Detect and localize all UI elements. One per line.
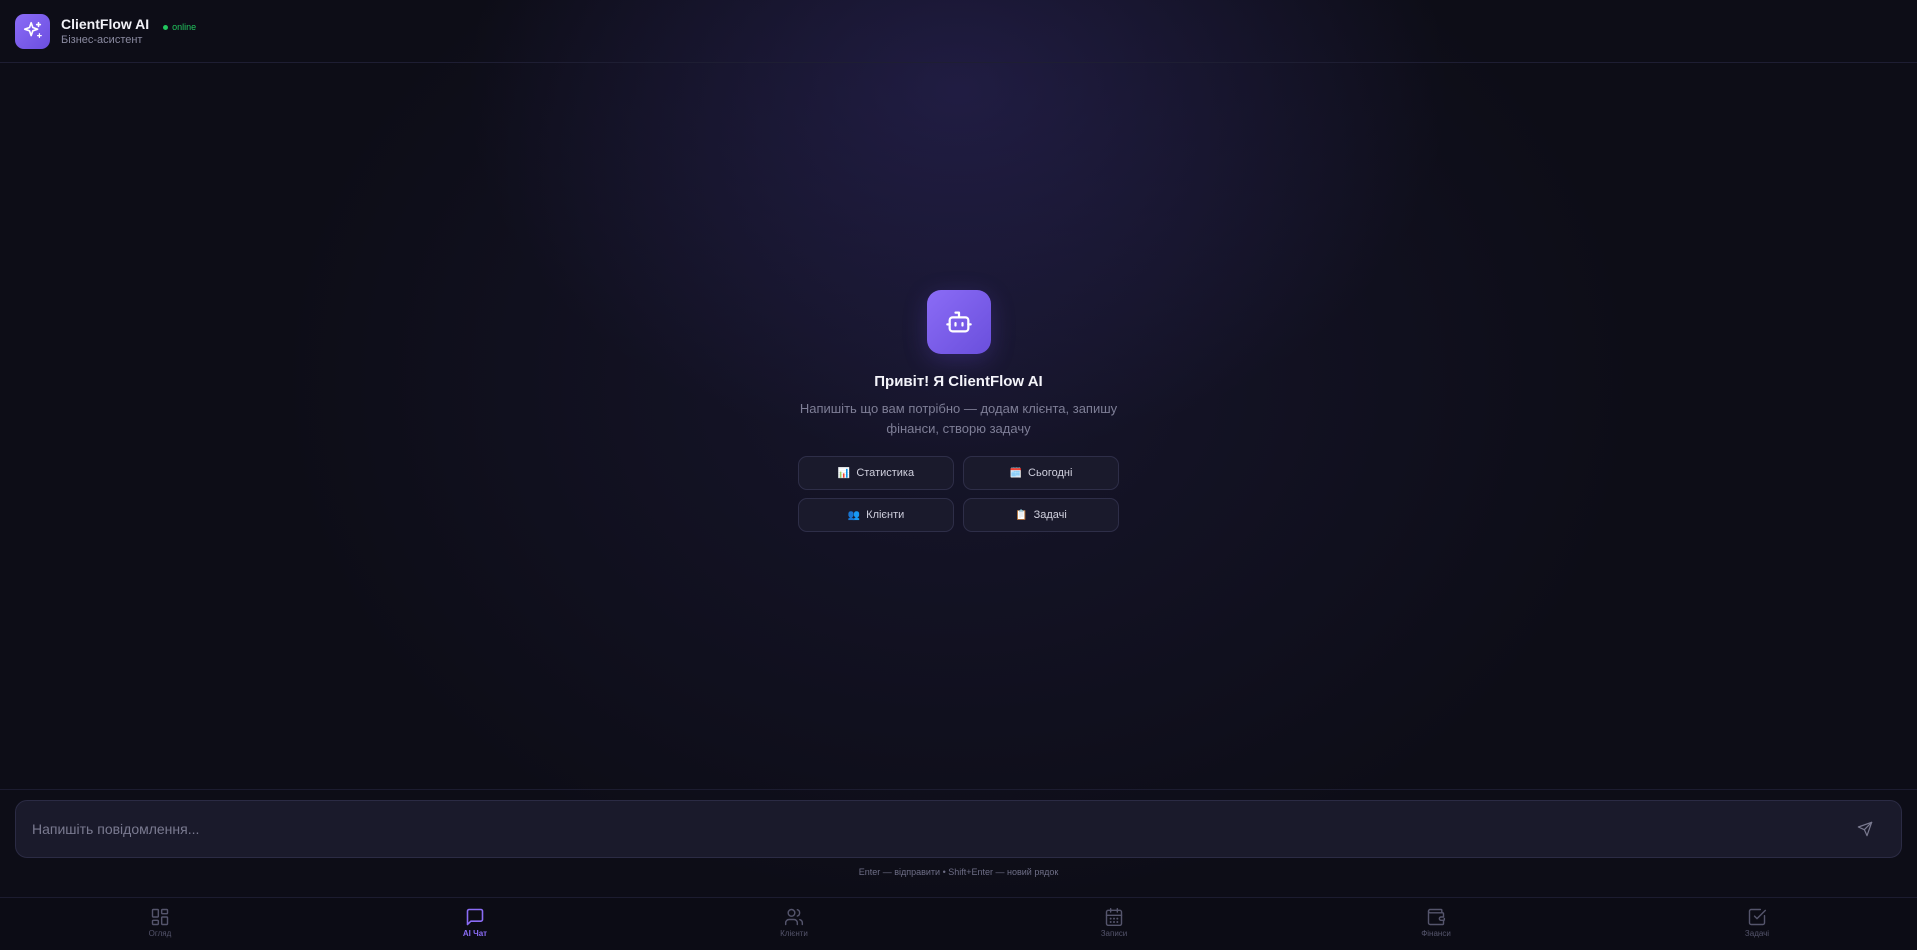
checkbox-icon [1748, 908, 1767, 926]
nav-item-records[interactable]: Записи [1074, 907, 1154, 938]
top-header: ClientFlow AI online Бізнес-асистент [0, 0, 1917, 63]
composer-area: Enter — відправити • Shift+Enter — новий… [0, 789, 1917, 897]
welcome-title: Привіт! Я ClientFlow AI [874, 373, 1043, 390]
nav-label: Клієнти [780, 929, 808, 938]
nav-item-clients[interactable]: Клієнти [754, 907, 834, 938]
nav-label: Записи [1100, 929, 1128, 938]
app-title: ClientFlow AI [61, 16, 150, 32]
calendar-icon: 🗓️ [1009, 467, 1023, 479]
app-root: ClientFlow AI online Бізнес-асистент При… [0, 0, 1917, 950]
status-dot-icon [163, 24, 169, 30]
message-input[interactable] [16, 801, 1845, 857]
chat-icon [466, 908, 484, 926]
bottom-nav: Огляд AI Чат Клієнти Записи Фінанси Зада… [0, 897, 1917, 950]
grid-icon [151, 908, 169, 926]
app-logo [15, 13, 50, 49]
bot-avatar [926, 290, 991, 354]
quick-action-tasks[interactable]: 📋 Задачі [963, 498, 1119, 532]
nav-item-overview[interactable]: Огляд [120, 907, 200, 938]
nav-label: Фінанси [1421, 929, 1451, 938]
composer-hint: Enter — відправити • Shift+Enter — новий… [858, 867, 1059, 877]
quick-actions: 📊 Статистика 🗓️ Сьогодні 👥 Клієнти 📋 Зад… [798, 456, 1119, 532]
bar-chart-icon: 📊 [837, 467, 851, 479]
quick-action-label: Клієнти [866, 509, 905, 521]
bot-icon [945, 311, 972, 333]
brand-block: ClientFlow AI online Бізнес-асистент [61, 16, 196, 46]
message-composer [15, 800, 1902, 858]
welcome-description: Напишіть що вам потрібно — додам клієнта… [799, 401, 1118, 436]
quick-action-label: Сьогодні [1028, 467, 1073, 479]
nav-label: Задачі [1744, 929, 1770, 938]
sparkles-icon [23, 21, 42, 39]
quick-action-label: Задачі [1033, 509, 1067, 521]
nav-item-ai-chat[interactable]: AI Чат [435, 907, 515, 938]
app-subtitle: Бізнес-асистент [61, 34, 143, 46]
nav-label: Огляд [148, 929, 172, 938]
welcome-panel: Привіт! Я ClientFlow AI Напишіть що вам … [0, 290, 1917, 532]
nav-item-finances[interactable]: Фінанси [1396, 907, 1476, 938]
send-button[interactable] [1845, 809, 1885, 849]
nav-label: AI Чат [462, 929, 488, 938]
clipboard-icon: 📋 [1015, 509, 1028, 521]
online-status: online [163, 22, 196, 32]
people-icon: 👥 [847, 509, 861, 521]
nav-item-tasks[interactable]: Задачі [1717, 907, 1797, 938]
calendar-icon [1105, 907, 1123, 927]
users-icon [784, 908, 804, 926]
quick-action-clients[interactable]: 👥 Клієнти [798, 498, 954, 532]
quick-action-statistics[interactable]: 📊 Статистика [798, 456, 954, 490]
quick-action-label: Статистика [856, 467, 915, 479]
wallet-icon [1427, 908, 1446, 926]
send-icon [1857, 821, 1873, 837]
status-text: online [172, 22, 197, 32]
quick-action-today[interactable]: 🗓️ Сьогодні [963, 456, 1119, 490]
